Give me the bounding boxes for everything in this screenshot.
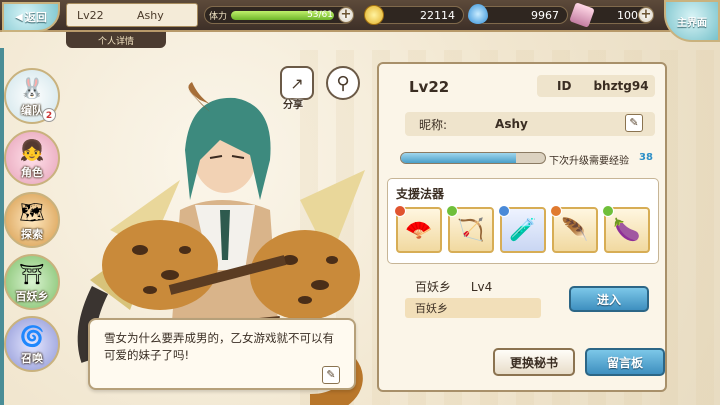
side-nav: 🐰 编队 2 👧 角色 🗺 探索 ⛩ 百妖乡 🌀 召唤 (0, 48, 66, 405)
edit-nickname-icon[interactable]: ✎ (625, 114, 643, 132)
village-field-value: 百妖乡 (415, 302, 448, 315)
share-label: 分享 (283, 100, 303, 111)
support-item-1[interactable]: 🪭 (394, 205, 442, 253)
enter-label: 进入 (596, 292, 621, 307)
village-info: 百妖乡 Lv4 (415, 278, 492, 295)
eggplant-icon: 🍆 (613, 217, 641, 243)
village-level: Lv4 (470, 280, 493, 294)
sidebar-item-character[interactable]: 👧 角色 (4, 130, 60, 186)
gem-icon (550, 205, 562, 217)
back-button[interactable]: ◀ 返回 (2, 2, 60, 32)
sidebar-item-team[interactable]: 🐰 编队 2 (4, 68, 60, 124)
crossbow-icon: 🏹 (457, 217, 485, 243)
player-name: Ashy (137, 8, 164, 22)
coin-icon (364, 5, 384, 25)
share-button[interactable]: ↗ (280, 66, 314, 100)
sidebar-item-explore[interactable]: 🗺 探索 (4, 192, 60, 248)
village-name: 百妖乡 (415, 280, 452, 294)
sidebar-item-label: 探索 (21, 228, 43, 241)
gem-icon (446, 205, 458, 217)
sidebar-item-label: 角色 (21, 166, 43, 179)
sidebar-item-label: 编队 (21, 104, 43, 117)
profile-level: Lv22 (409, 78, 450, 96)
profile-panel: Lv22 ID bhztg94 昵称: Ashy ✎ 下次升级需要经验 38 支… (377, 62, 667, 392)
coin-counter: 22114 (372, 6, 464, 24)
exp-value: 38 (639, 152, 653, 163)
character-dialogue: 雪女为什么要弄成男的，乙女游戏就不可以有可爱的妹子了吗! (88, 318, 356, 390)
back-label: 返回 (24, 11, 47, 24)
exp-fill (401, 153, 517, 163)
team-badge: 2 (42, 108, 56, 122)
gem-icon (498, 205, 510, 217)
gem-icon (468, 4, 488, 24)
potion-icon: 🧪 (509, 217, 537, 243)
support-title: 支援法器 (396, 187, 445, 201)
sidebar-item-label: 召唤 (21, 352, 43, 365)
gem-icon (394, 205, 406, 217)
sidebar-item-village[interactable]: ⛩ 百妖乡 (4, 254, 60, 310)
nickname-value: Ashy (495, 117, 528, 131)
explore-icon: 🗺 (19, 200, 45, 224)
sidebar-item-summon[interactable]: 🌀 召唤 (4, 316, 60, 372)
support-item-5[interactable]: 🍆 (602, 205, 650, 253)
stamina-label: 体力 (209, 12, 228, 22)
gem-icon (602, 205, 614, 217)
enter-village-button[interactable]: 进入 (569, 286, 649, 312)
nickname-label: 昵称: (419, 117, 448, 132)
fan-icon: 🪭 (405, 217, 433, 243)
id-value: bhztg94 (593, 79, 649, 93)
stamina-value: 53/61 (307, 10, 333, 20)
player-level: Lv22 (77, 8, 104, 22)
search-icon: ⚲ (336, 72, 350, 94)
character-icon: 👧 (19, 138, 45, 162)
player-info: Lv22 Ashy (66, 3, 198, 27)
support-item-3[interactable]: 🧪 (498, 205, 546, 253)
tab-profile-details[interactable]: 个人详情 (66, 32, 166, 48)
exp-bar (400, 152, 546, 164)
message-board-label: 留言板 (606, 355, 643, 370)
id-label: ID (557, 79, 572, 93)
support-item-4[interactable]: 🪶 (550, 205, 598, 253)
support-item-2[interactable]: 🏹 (446, 205, 494, 253)
team-icon: 🐰 (19, 76, 45, 100)
search-button[interactable]: ⚲ (326, 66, 360, 100)
nickname-field: 昵称: Ashy (405, 112, 655, 136)
message-board-button[interactable]: 留言板 (585, 348, 665, 376)
back-arrow-icon: ◀ (15, 11, 23, 23)
feathers-icon: 🪶 (561, 217, 589, 243)
change-secretary-label: 更换秘书 (509, 355, 558, 370)
main-screen-label: 主界面 (677, 17, 707, 29)
support-items: 支援法器 🪭 🏹 🧪 🪶 🍆 (387, 178, 659, 264)
coin-value: 22114 (420, 8, 455, 22)
share-icon: ↗ (290, 73, 304, 93)
village-field: 百妖乡 (405, 298, 541, 318)
gem-value: 9967 (531, 8, 559, 22)
gem-counter: 9967 (476, 6, 568, 24)
change-secretary-button[interactable]: 更换秘书 (493, 348, 575, 376)
edit-dialogue-icon[interactable]: ✎ (322, 366, 340, 384)
player-id: ID bhztg94 (537, 75, 655, 97)
village-icon: ⛩ (19, 262, 45, 286)
dialogue-text: 雪女为什么要弄成男的，乙女游戏就不可以有可爱的妹子了吗! (104, 331, 334, 362)
exp-label: 下次升级需要经验 (549, 156, 629, 167)
stamina-bar: 体力 53/61 (204, 6, 354, 24)
summon-icon: 🌀 (19, 324, 45, 348)
add-stamina-button[interactable]: + (338, 7, 354, 23)
add-ticket-button[interactable]: + (638, 7, 654, 23)
sidebar-item-label: 百妖乡 (15, 290, 49, 303)
